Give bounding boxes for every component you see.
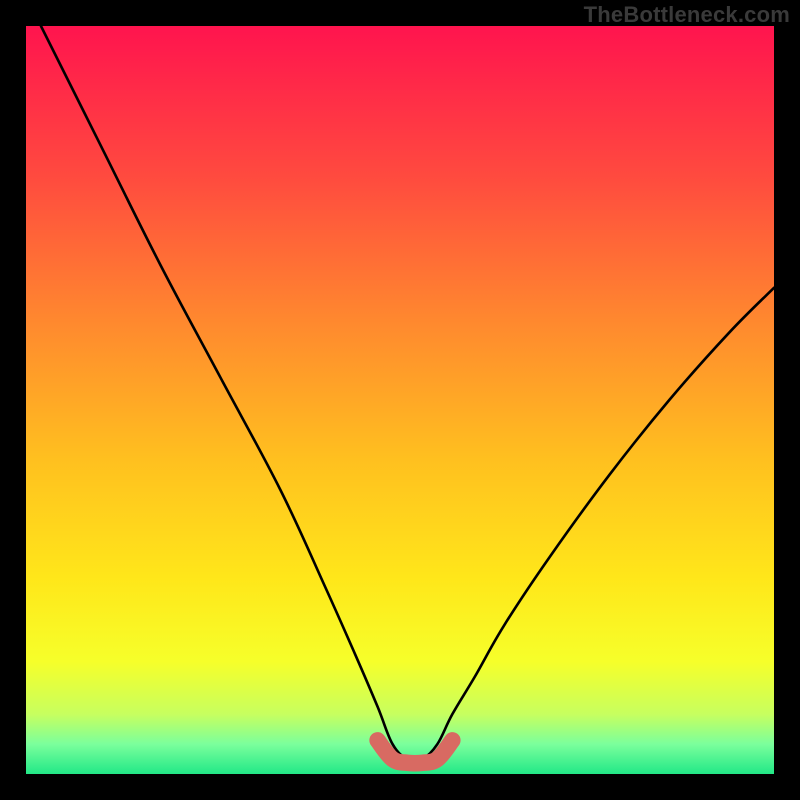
chart-container: TheBottleneck.com bbox=[0, 0, 800, 800]
bottleneck-chart bbox=[26, 26, 774, 774]
chart-background bbox=[26, 26, 774, 774]
watermark-text: TheBottleneck.com bbox=[584, 2, 790, 28]
